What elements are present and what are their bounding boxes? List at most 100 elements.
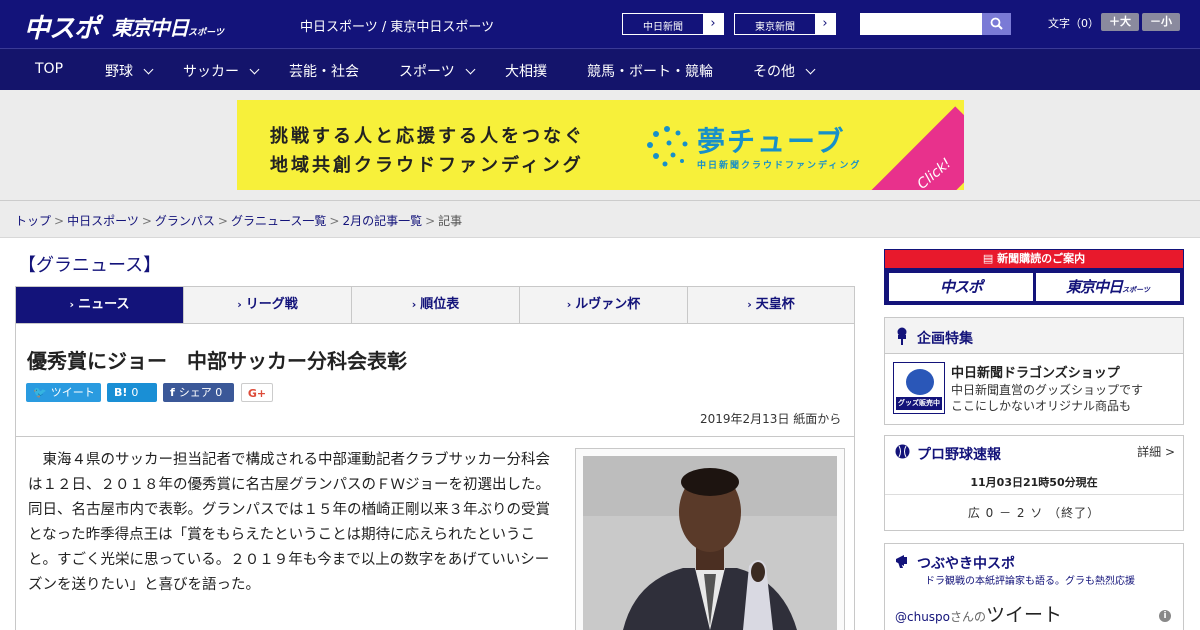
tab-league[interactable]: › リーグ戦 (184, 287, 352, 323)
main-nav: TOP 野球 サッカー 芸能・社会 スポーツ 大相撲 競馬・ボート・競輪 その他 (0, 48, 1200, 90)
info-icon[interactable]: i (1159, 610, 1171, 622)
tab-levain-cup[interactable]: › ルヴァン杯 (520, 287, 688, 323)
nav-label: 大相撲 (505, 64, 547, 80)
ad-brand-sub: 中日新聞クラウドファンディング (697, 161, 862, 171)
ad-brand-name: 夢チューブ (697, 125, 846, 158)
tab-standings[interactable]: › 順位表 (352, 287, 520, 323)
ad-text-line1: 挑戦する人と応援する人をつなぐ (270, 126, 585, 147)
thumb-label: グッズ販売中 (896, 397, 942, 410)
tweets-label: ツイート (986, 604, 1063, 626)
breadcrumb-link[interactable]: トップ (15, 214, 51, 228)
game-score[interactable]: 広 0 － 2 ソ （終了） (885, 504, 1183, 521)
font-size-label: 文字（0） (1048, 17, 1099, 30)
tokyo-shimbun-link[interactable]: 東京新聞 › (734, 13, 836, 35)
breadcrumb-link[interactable]: 中日スポーツ (67, 214, 139, 228)
nav-label: 野球 (105, 64, 133, 80)
shop-desc-line: ここにしかないオリジナル商品も (951, 399, 1132, 413)
hatena-count: 0 (131, 386, 139, 399)
nav-label: スポーツ (399, 64, 455, 80)
nav-item-other[interactable]: その他 (753, 61, 816, 81)
logo-sub-small: スポーツ (188, 28, 224, 38)
breadcrumb-separator: > (425, 214, 436, 228)
nav-label: 芸能・社会 (289, 64, 359, 80)
nav-item-soccer[interactable]: サッカー (183, 61, 260, 81)
breadcrumb-link[interactable]: グランパス (155, 214, 215, 228)
article-photo[interactable] (583, 456, 837, 630)
tokyo-chunichi-logo[interactable]: 東京中日スポーツ (112, 12, 224, 41)
megaphone-icon (896, 555, 907, 568)
tweet-label: ツイート (50, 386, 95, 399)
baseball-score-box: プロ野球速報 詳細 > 11月03日21時50分現在 広 0 － 2 ソ （終了… (884, 435, 1184, 531)
breadcrumb-link[interactable]: グラニュース一覧 (231, 214, 326, 228)
dot-cluster-icon (647, 126, 688, 167)
nav-item-top[interactable]: TOP (35, 61, 63, 77)
tab-emperors-cup[interactable]: › 天皇杯 (688, 287, 854, 323)
dragons-shop-thumbnail[interactable]: グッズ販売中 (893, 362, 945, 414)
tab-label: ルヴァン杯 (575, 297, 641, 312)
chevron-right-icon: › (703, 14, 723, 34)
nav-label: 競馬・ボート・競輪 (587, 64, 713, 80)
newspaper-icon: ▤ (982, 252, 998, 265)
google-plus-button[interactable]: G+ (241, 383, 273, 402)
nav-label: TOP (35, 61, 64, 77)
subscribe-chuspo-button[interactable]: 中スポ (889, 273, 1033, 301)
nav-label: サッカー (183, 64, 239, 80)
crowdfunding-ad-banner[interactable]: 挑戦する人と応援する人をつなぐ 地域共創クラウドファンディング 夢チューブ 中日… (237, 100, 964, 190)
nav-item-sumo[interactable]: 大相撲 (505, 61, 547, 81)
nav-item-baseball[interactable]: 野球 (105, 61, 154, 81)
nav-item-sports[interactable]: スポーツ (399, 61, 476, 81)
score-timestamp: 11月03日21時50分現在 (970, 476, 1098, 489)
breadcrumb-separator: > (141, 214, 152, 228)
chevron-down-icon (805, 64, 816, 75)
subscribe-tokyo-chunichi-button[interactable]: 東京中日スポーツ (1036, 273, 1180, 301)
facebook-share-button[interactable]: f シェア 0 (163, 383, 234, 402)
baseball-icon (895, 444, 910, 459)
chevron-down-icon (465, 64, 476, 75)
subscription-heading-text: 新聞購読のご案内 (997, 252, 1086, 265)
player-portrait-image (583, 456, 837, 630)
chunichi-shimbun-link[interactable]: 中日新聞 › (622, 13, 724, 35)
twitter-box: つぶやき中スポ ドラ観戦の本紙評論家も語る。グラも熱烈応援 @chuspoさんの… (884, 543, 1184, 630)
nav-label: その他 (753, 64, 795, 80)
tab-label: ニュース (78, 297, 130, 312)
breadcrumb-current: 記事 (438, 214, 463, 228)
breadcrumb: トップ > 中日スポーツ > グランパス > グラニュース一覧 >2月の記事一覧 > 記事 (15, 212, 462, 229)
chevron-right-icon: › (566, 298, 572, 311)
tab-label: リーグ戦 (245, 297, 298, 312)
shop-desc-line: 中日新聞直営のグッズショップです (951, 383, 1144, 397)
hatena-bookmark-button[interactable]: B! 0 (107, 383, 157, 402)
article-headline: 優秀賞にジョー 中部サッカー分科会表彰 (27, 349, 407, 373)
baseball-detail-link[interactable]: 詳細 > (1137, 443, 1175, 460)
tab-news[interactable]: › ニュース (16, 287, 184, 323)
twitter-timeline-header: @chuspoさんのツイート (895, 600, 1062, 627)
push-pin-icon (897, 327, 907, 345)
subscribe-btn-text: 東京中日 (1066, 278, 1123, 296)
chuspo-logo[interactable]: 中スポ (24, 8, 100, 45)
tweet-button[interactable]: 🐦 ツイート (26, 383, 101, 402)
mascot-icon (906, 369, 934, 395)
tab-label: 順位表 (420, 297, 460, 312)
article-divider (15, 436, 855, 437)
twitter-bird-icon: 🐦 (33, 386, 47, 399)
breadcrumb-separator: > (54, 214, 65, 228)
news-tabs: › ニュース › リーグ戦 › 順位表 › ルヴァン杯 › 天皇杯 (15, 286, 855, 324)
facebook-icon: f (170, 386, 175, 399)
search-button[interactable] (982, 13, 1011, 35)
chevron-down-icon (143, 64, 154, 75)
ad-text-line2: 地域共創クラウドファンディング (270, 155, 584, 176)
twitter-handle-link[interactable]: @chuspo (895, 610, 950, 624)
subscription-banner: ▤ 新聞購読のご案内 中スポ 東京中日スポーツ (884, 249, 1184, 305)
font-bigger-button[interactable]: ＋大 (1101, 13, 1139, 31)
breadcrumb-separator: > (217, 214, 228, 228)
dragons-shop-description: 中日新聞直営のグッズショップです ここにしかないオリジナル商品も (951, 382, 1143, 414)
dragons-shop-link[interactable]: 中日新聞ドラゴンズショップ (951, 362, 1120, 381)
breadcrumb-link[interactable]: 2月の記事一覧 (342, 214, 422, 228)
feature-box: 企画特集 グッズ販売中 中日新聞ドラゴンズショップ 中日新聞直営のグッズショップ… (884, 317, 1184, 425)
nav-item-racing[interactable]: 競馬・ボート・競輪 (587, 61, 713, 81)
feature-title: 企画特集 (917, 331, 973, 347)
font-smaller-button[interactable]: －小 (1142, 13, 1180, 31)
ext-link-label: 東京新聞 (755, 22, 795, 33)
search-input[interactable] (860, 13, 982, 35)
nav-item-entertainment[interactable]: 芸能・社会 (289, 61, 359, 81)
facebook-count: 0 (215, 386, 223, 399)
